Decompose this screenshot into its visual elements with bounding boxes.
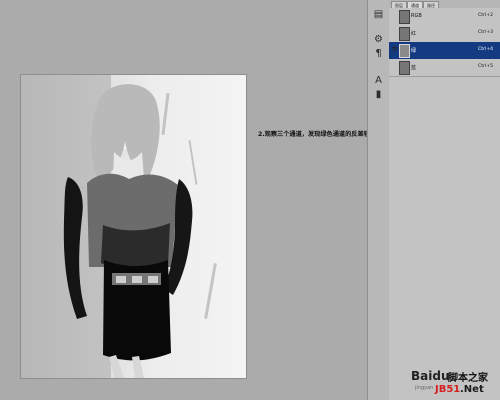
channel-shortcut: Ctrl+4 (478, 47, 493, 52)
channel-thumbnail (399, 27, 410, 41)
watermark-line2: JB51 (435, 384, 461, 395)
channel-row-blue[interactable]: 蓝 Ctrl+5 (389, 59, 500, 77)
model-photo (63, 84, 193, 378)
channel-shortcut: Ctrl+3 (478, 30, 493, 35)
channels-panel: 图层 通道 路径 RGB Ctrl+2 红 Ctrl+3 👁 绿 Ctrl+4 … (389, 0, 500, 400)
watermark-small: jingyan (415, 385, 434, 391)
channel-label: 蓝 (411, 65, 417, 71)
vertical-toolbar: ▤ ⚙ ¶ A ▮ (367, 0, 391, 400)
watermark-title: Baidu (411, 369, 450, 383)
watermark-line1: 脚本之家 (448, 373, 488, 384)
eye-icon[interactable] (391, 30, 397, 36)
channel-shortcut: Ctrl+5 (478, 64, 493, 69)
channel-label: 绿 (411, 48, 417, 54)
channel-thumbnail (399, 10, 410, 24)
eye-icon[interactable] (391, 64, 397, 70)
eye-icon[interactable] (391, 13, 397, 19)
settings-icon[interactable]: ⚙ (371, 32, 386, 46)
channel-thumbnail (399, 61, 410, 75)
paragraph-icon[interactable]: ¶ (371, 46, 386, 60)
history-icon[interactable]: ▤ (371, 7, 386, 21)
channel-label: RGB (411, 13, 422, 19)
marker-icon[interactable]: ▮ (371, 87, 386, 101)
channel-row-green[interactable]: 👁 绿 Ctrl+4 (389, 42, 500, 60)
channel-thumbnail (399, 44, 410, 58)
channel-row-red[interactable]: 红 Ctrl+3 (389, 25, 500, 43)
watermark-line3: .Net (460, 384, 484, 395)
watermark: Baidu 脚本之家 JB51 .Net jingyan (411, 369, 493, 396)
channel-label: 红 (411, 31, 417, 37)
channel-shortcut: Ctrl+2 (478, 13, 493, 18)
type-icon[interactable]: A (371, 73, 386, 87)
channel-row-rgb[interactable]: RGB Ctrl+2 (389, 8, 500, 26)
eye-icon[interactable]: 👁 (391, 47, 399, 53)
document-canvas[interactable] (20, 74, 247, 379)
